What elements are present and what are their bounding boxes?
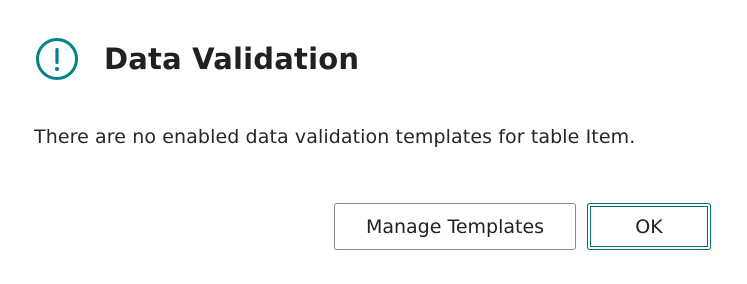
data-validation-dialog: Data Validation There are no enabled dat… [0,0,747,284]
dialog-header: Data Validation [35,37,359,81]
dialog-title: Data Validation [104,42,360,76]
dialog-message: There are no enabled data validation tem… [34,126,636,148]
ok-button[interactable]: OK [587,203,711,250]
exclamation-circle-icon [35,37,79,81]
manage-templates-button[interactable]: Manage Templates [334,203,576,250]
